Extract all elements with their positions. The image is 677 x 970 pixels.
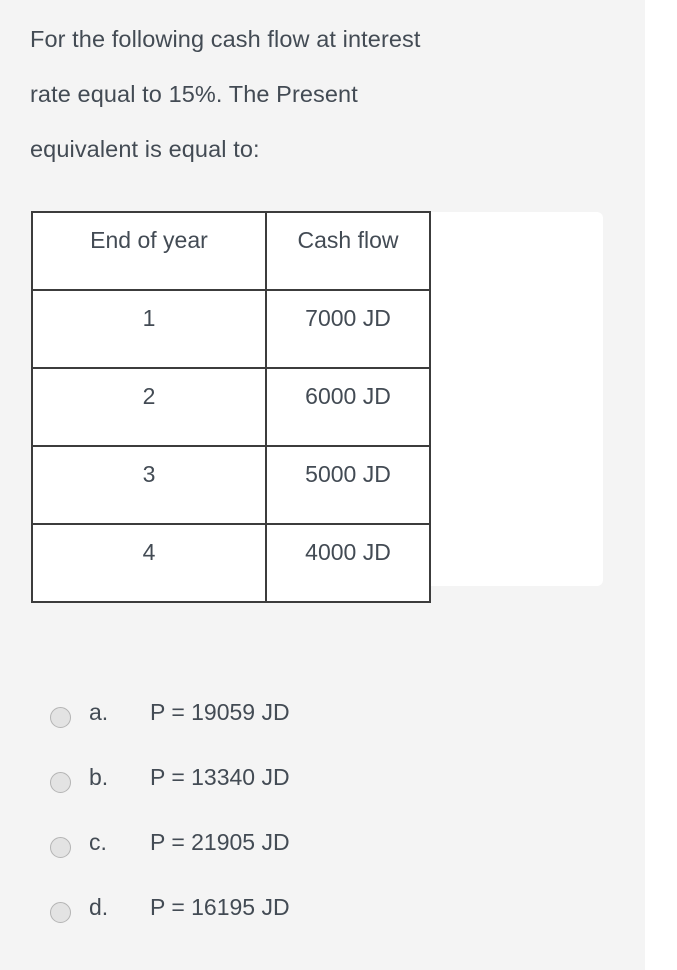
answer-option-d[interactable]: d. P = 16195 JD: [0, 892, 600, 957]
option-letter-d: d.: [89, 894, 109, 920]
radio-button-d[interactable]: [50, 902, 71, 923]
cell-cash-flow: 4000 JD: [265, 523, 431, 603]
option-value-c: P = 21905 JD: [150, 829, 290, 855]
question-line-3: equivalent is equal to:: [30, 136, 260, 162]
option-letter-c: c.: [89, 829, 107, 855]
right-scroll-gutter[interactable]: [645, 0, 677, 970]
table-row: 4 4000 JD: [31, 523, 431, 603]
answer-option-b[interactable]: b. P = 13340 JD: [0, 762, 600, 827]
radio-button-b[interactable]: [50, 772, 71, 793]
table-row: 3 5000 JD: [31, 445, 431, 525]
cell-year: 1: [31, 289, 267, 369]
answer-options-list: a. P = 19059 JD b. P = 13340 JD c. P = 2…: [0, 697, 600, 957]
cell-cash-flow: 6000 JD: [265, 367, 431, 447]
answer-option-a[interactable]: a. P = 19059 JD: [0, 697, 600, 762]
question-content-pane: For the following cash flow at interest …: [0, 0, 645, 970]
cash-flow-table: End of year Cash flow 1 7000 JD 2 6000 J…: [31, 211, 431, 603]
option-letter-b: b.: [89, 764, 109, 790]
answer-option-c[interactable]: c. P = 21905 JD: [0, 827, 600, 892]
option-value-b: P = 13340 JD: [150, 764, 290, 790]
option-letter-a: a.: [89, 699, 109, 725]
table-row: 2 6000 JD: [31, 367, 431, 447]
cell-year: 4: [31, 523, 267, 603]
cell-year: 3: [31, 445, 267, 525]
radio-button-a[interactable]: [50, 707, 71, 728]
option-value-d: P = 16195 JD: [150, 894, 290, 920]
table-header-end-of-year: End of year: [31, 211, 267, 291]
table-header-row: End of year Cash flow: [31, 211, 431, 291]
radio-button-c[interactable]: [50, 837, 71, 858]
cell-year: 2: [31, 367, 267, 447]
cell-cash-flow: 5000 JD: [265, 445, 431, 525]
question-prompt: For the following cash flow at interest …: [30, 12, 610, 177]
cell-cash-flow: 7000 JD: [265, 289, 431, 369]
question-line-2: rate equal to 15%. The Present: [30, 81, 358, 107]
table-row: 1 7000 JD: [31, 289, 431, 369]
question-line-1: For the following cash flow at interest: [30, 26, 421, 52]
option-value-a: P = 19059 JD: [150, 699, 290, 725]
table-header-cash-flow: Cash flow: [265, 211, 431, 291]
